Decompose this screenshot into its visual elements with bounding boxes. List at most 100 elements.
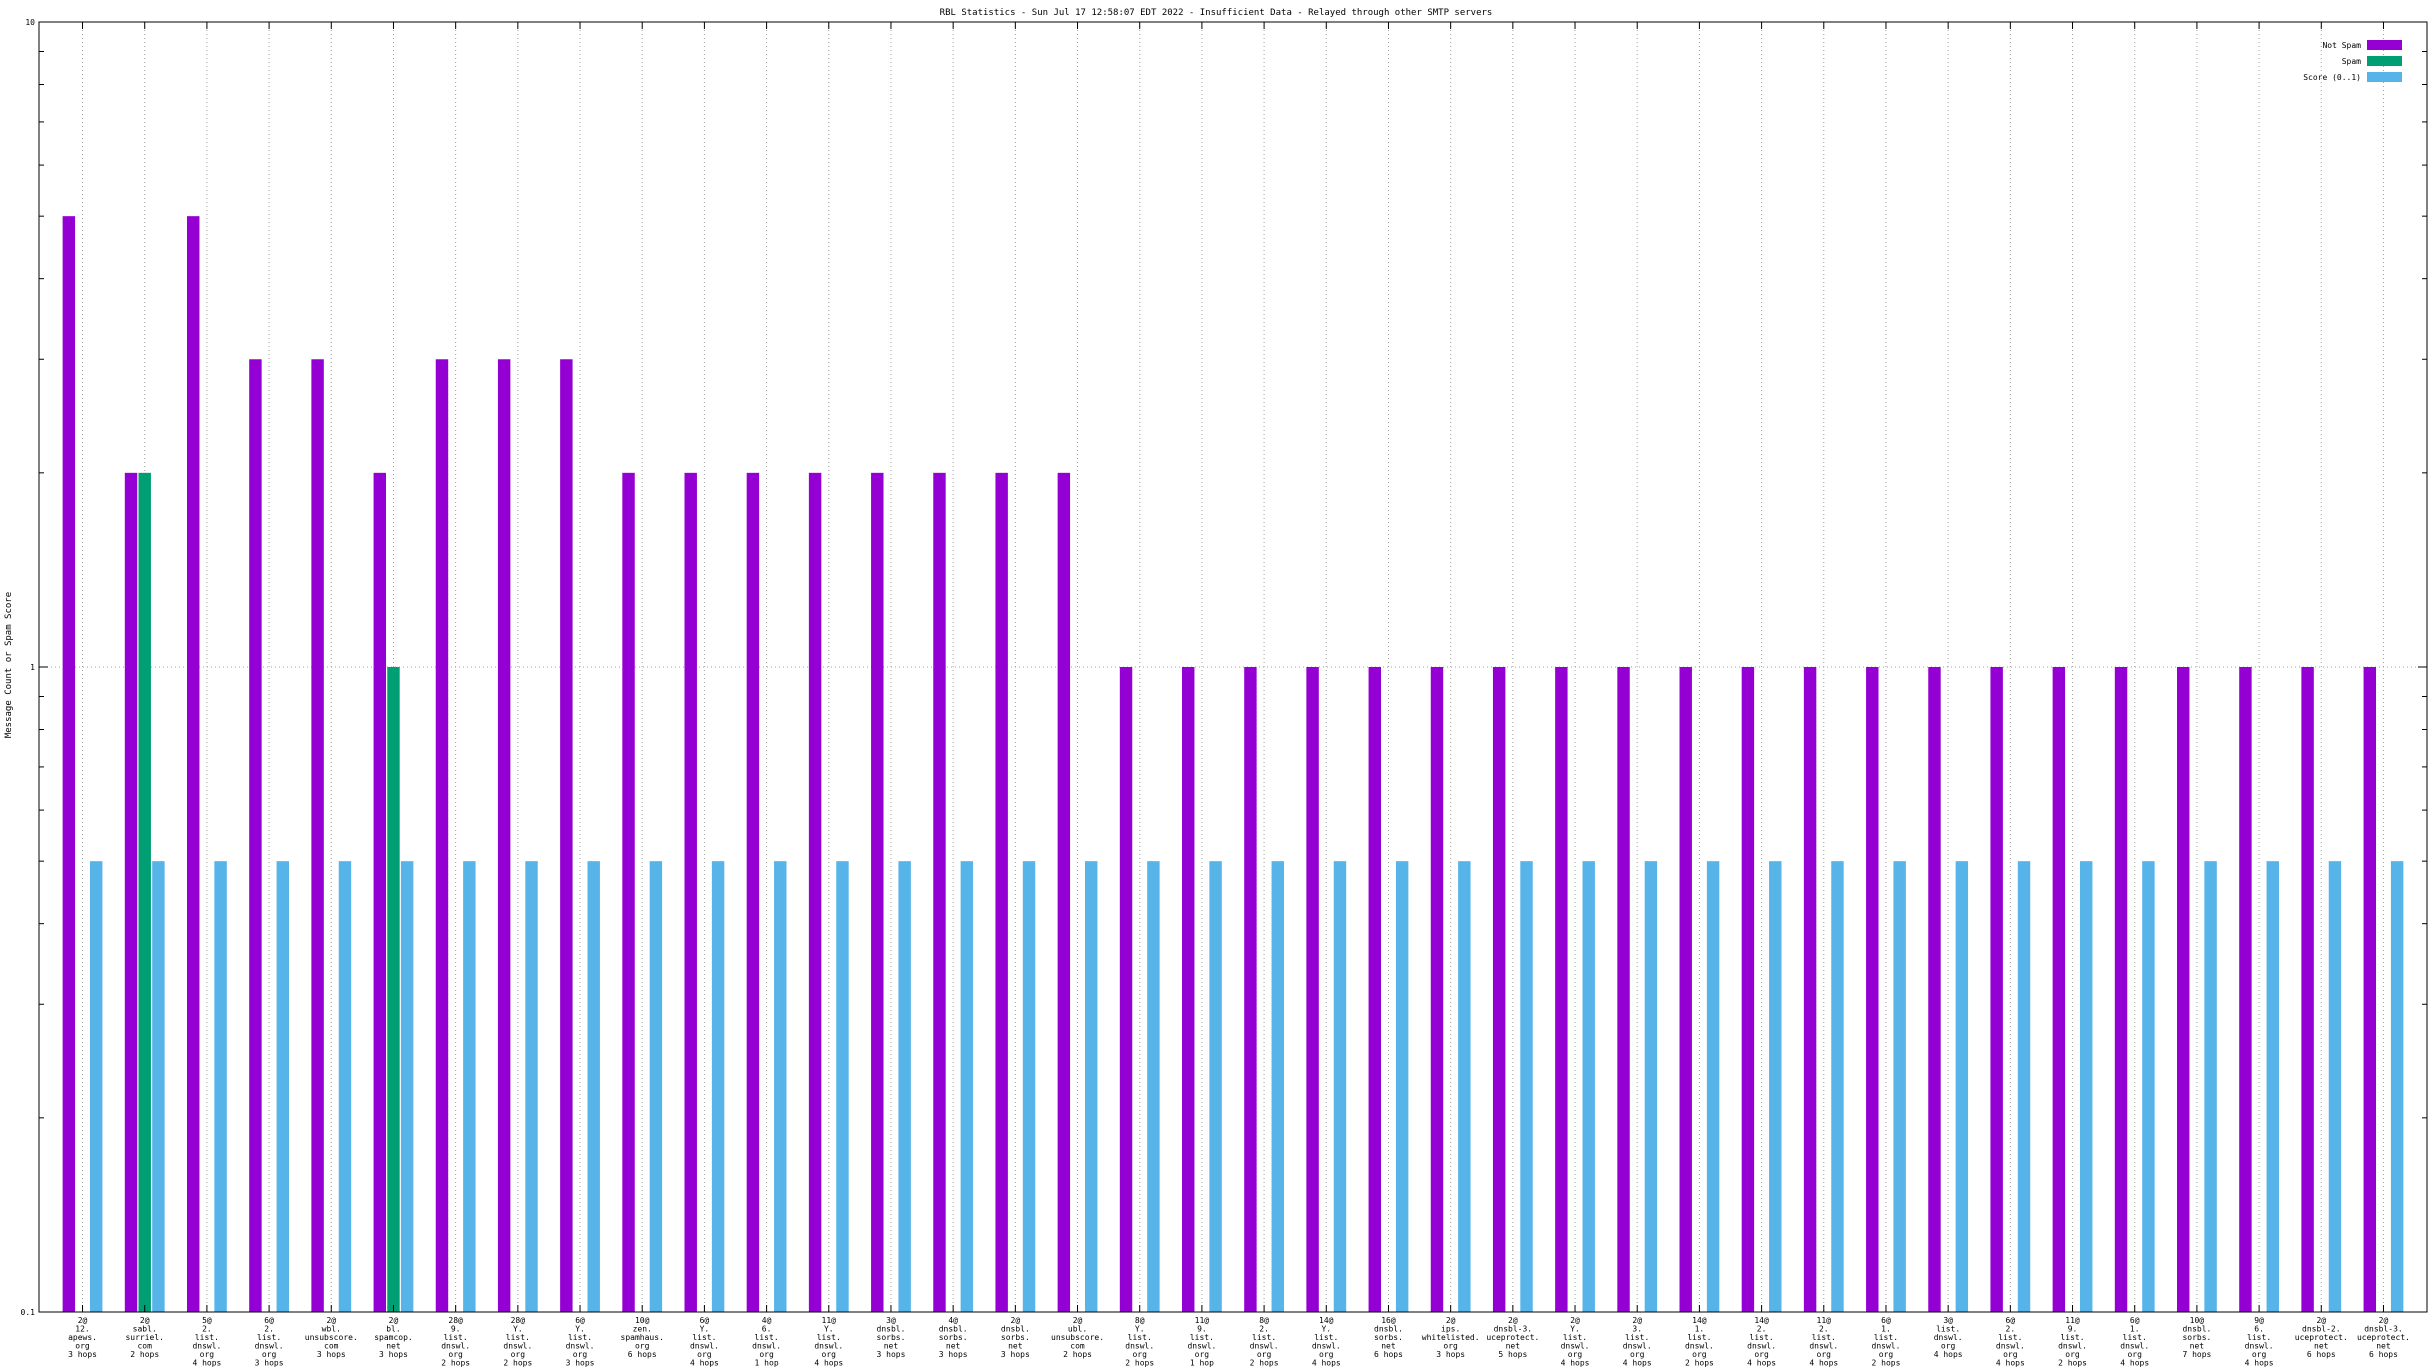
x-category-label: 2@ dnsbl-3. uceprotect. net 5 hops [1486, 1316, 1539, 1359]
x-category-label: 2@ bl. spamcop. net 3 hops [374, 1316, 413, 1359]
rbl-statistics-chart: RBL Statistics - Sun Jul 17 12:58:07 EDT… [4, 8, 2428, 1368]
bar-not-spam [871, 472, 884, 1312]
bar-not-spam [1306, 667, 1319, 1312]
bar-score-0-1 [89, 861, 103, 1312]
x-tick-labels: 2@ 12. apews. org 3 hops 2@ sabl. surriel. com 2 … [68, 1316, 2410, 1368]
x-category-label: 2@ dnsbl-2. uceprotect. net 6 hops [2295, 1316, 2348, 1359]
bar-not-spam [933, 472, 946, 1312]
bar-not-spam [497, 359, 511, 1312]
bar-score-0-1 [836, 861, 849, 1312]
bar-score-0-1 [1209, 861, 1222, 1312]
bar-score-0-1 [2204, 861, 2217, 1312]
bar-not-spam [1866, 667, 1879, 1312]
bar-not-spam [560, 359, 573, 1312]
x-category-label: 2@ dnsbl-3. uceprotect. net 6 hops [2357, 1316, 2410, 1359]
bar-spam [138, 472, 151, 1312]
x-category-label: 14@ Y. list. dnswl. org 4 hops [1312, 1316, 1341, 1368]
bar-not-spam [1430, 667, 1444, 1312]
x-category-label: 8@ 2. list. dnswl. org 2 hops [1250, 1316, 1279, 1368]
y-tick-label: 10 [25, 18, 35, 27]
bar-not-spam [746, 472, 760, 1312]
bar-not-spam [995, 472, 1008, 1312]
legend-swatch [2367, 72, 2402, 82]
x-category-label: 10@ zen. spamhaus. org 6 hops [621, 1316, 664, 1359]
bar-not-spam [2301, 667, 2314, 1312]
bar-not-spam [1928, 667, 1941, 1312]
bar-score-0-1 [276, 861, 289, 1312]
bar-score-0-1 [1706, 861, 1720, 1312]
x-category-label: 2@ ips. whitelisted. org 3 hops [1422, 1316, 1480, 1359]
x-category-label: 2@ sabl. surriel. com 2 hops [125, 1316, 164, 1359]
bar-not-spam [1741, 667, 1755, 1312]
bar-not-spam [1617, 667, 1630, 1312]
legend-label: Spam [2342, 57, 2361, 66]
y-tick-label: 1 [30, 663, 35, 672]
bar-not-spam [2177, 667, 2190, 1312]
bar-not-spam [62, 216, 76, 1313]
bar-score-0-1 [2142, 861, 2155, 1312]
bar-score-0-1 [960, 861, 974, 1312]
bar-score-0-1 [400, 861, 414, 1312]
bar-score-0-1 [338, 861, 352, 1312]
x-category-label: 10@ dnsbl. sorbs. net 7 hops [2182, 1316, 2211, 1359]
bar-not-spam [1555, 667, 1568, 1312]
bar-score-0-1 [1147, 861, 1160, 1312]
bar-score-0-1 [1955, 861, 1969, 1312]
x-category-label: 4@ dnsbl. sorbs. net 3 hops [939, 1316, 968, 1359]
bar-not-spam [249, 359, 262, 1312]
bar-not-spam [684, 472, 697, 1312]
x-category-label: 16@ dnsbl. sorbs. net 6 hops [1374, 1316, 1403, 1359]
bar-score-0-1 [2079, 861, 2093, 1312]
legend-swatch [2367, 56, 2402, 66]
bar-not-spam [435, 359, 449, 1312]
legend-label: Not Spam [2322, 41, 2361, 50]
x-category-label: 28@ 9. list. dnswl. org 2 hops [441, 1316, 470, 1368]
bar-score-0-1 [1769, 861, 1782, 1312]
bars [62, 216, 2404, 1313]
bar-not-spam [373, 472, 387, 1312]
x-category-label: 14@ 2. list. dnswl. org 4 hops [1747, 1316, 1776, 1368]
bar-score-0-1 [711, 861, 725, 1312]
bar-score-0-1 [2017, 861, 2031, 1312]
x-category-label: 11@ 9. list. dnswl. org 1 hop [1187, 1316, 1216, 1368]
x-category-label: 2@ Y. list. dnswl. org 4 hops [1561, 1316, 1590, 1368]
chart-title: RBL Statistics - Sun Jul 17 12:58:07 EDT… [940, 8, 1493, 18]
legend: Not Spam Spam Score (0..1) [2303, 40, 2402, 82]
x-category-label: 9@ 6. list. dnswl. org 4 hops [2245, 1316, 2274, 1368]
x-category-label: 2@ wbl. unsubscore. com 3 hops [305, 1316, 358, 1359]
bar-score-0-1 [774, 861, 787, 1312]
bar-score-0-1 [1520, 861, 1533, 1312]
bar-score-0-1 [587, 861, 600, 1312]
bar-score-0-1 [2390, 861, 2404, 1312]
x-category-label: 8@ Y. list. dnswl. org 2 hops [1125, 1316, 1154, 1368]
x-category-label: 6@ 2. list. dnswl. org 4 hops [1996, 1316, 2025, 1368]
bar-not-spam [1119, 667, 1133, 1312]
bar-score-0-1 [1644, 861, 1658, 1312]
bar-score-0-1 [1084, 861, 1098, 1312]
bar-not-spam [1679, 667, 1692, 1312]
bar-not-spam [2239, 667, 2252, 1312]
bar-score-0-1 [898, 861, 911, 1312]
x-category-label: 6@ Y. list. dnswl. org 3 hops [566, 1316, 595, 1368]
x-category-label: 11@ 2. list. dnswl. org 4 hops [1809, 1316, 1838, 1368]
x-category-label: 2@ ubl. unsubscore. com 2 hops [1051, 1316, 1104, 1359]
bar-score-0-1 [1893, 861, 1906, 1312]
x-category-label: 11@ 9. list. dnswl. org 2 hops [2058, 1316, 2087, 1368]
bar-not-spam [1803, 667, 1817, 1312]
x-category-label: 11@ Y. list. dnswl. org 4 hops [814, 1316, 843, 1368]
x-category-label: 14@ 1. list. dnswl. org 2 hops [1685, 1316, 1714, 1368]
bar-score-0-1 [1395, 861, 1409, 1312]
bar-score-0-1 [1271, 861, 1284, 1312]
x-category-label: 5@ 2. list. dnswl. org 4 hops [192, 1316, 221, 1368]
bar-score-0-1 [1022, 861, 1036, 1312]
bar-not-spam [622, 472, 635, 1312]
bar-not-spam [1368, 667, 1382, 1312]
bar-not-spam [1182, 667, 1195, 1312]
bar-not-spam [1492, 667, 1506, 1312]
bar-not-spam [1057, 472, 1071, 1312]
bar-not-spam [808, 472, 822, 1312]
bar-not-spam [2052, 667, 2066, 1312]
bar-score-0-1 [2328, 861, 2342, 1312]
bar-score-0-1 [649, 861, 663, 1312]
bar-score-0-1 [1582, 861, 1595, 1312]
